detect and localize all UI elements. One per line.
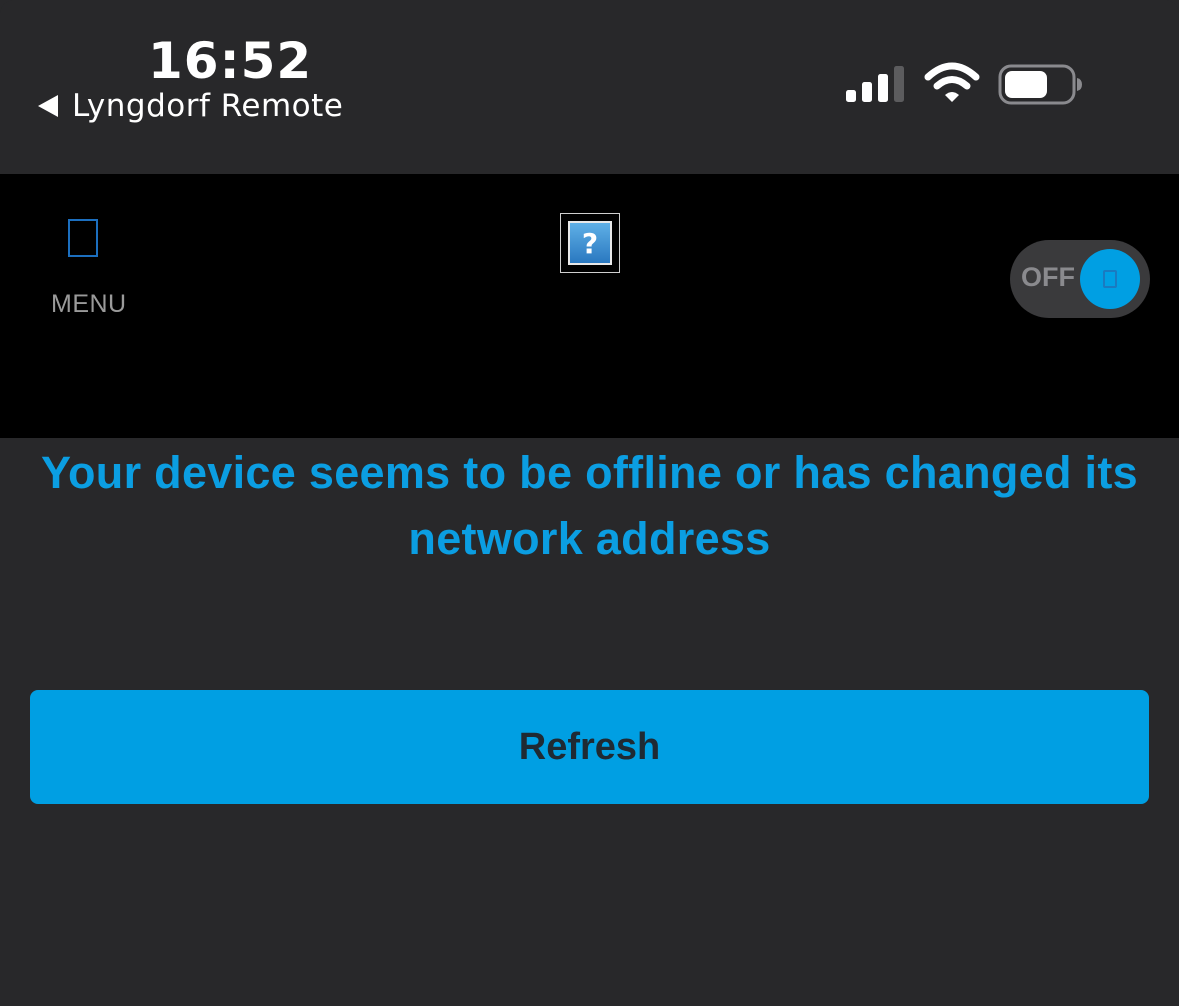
app-screen: 16:52 Lyngdorf Remote MENU ? OFF Your de…	[0, 0, 1179, 1006]
refresh-button[interactable]: Refresh	[30, 690, 1149, 804]
power-toggle-label[interactable]: OFF	[1021, 262, 1075, 293]
menu-icon[interactable]	[68, 219, 98, 257]
power-icon	[1103, 270, 1117, 288]
menu-label[interactable]: MENU	[51, 290, 127, 319]
menu-button[interactable]: MENU	[40, 214, 140, 324]
power-toggle[interactable]: OFF	[1010, 240, 1150, 318]
help-icon[interactable]: ?	[560, 213, 620, 273]
app-header: MENU ? OFF	[0, 174, 1179, 438]
offline-message: Your device seems to be offline or has c…	[41, 447, 1138, 564]
battery-icon	[998, 64, 1082, 105]
status-time: 16:52	[148, 32, 313, 90]
help-icon-glyph[interactable]: ?	[568, 221, 612, 265]
signal-icon	[846, 66, 904, 102]
back-arrow-icon[interactable]	[38, 95, 58, 117]
wifi-icon	[924, 62, 980, 102]
power-toggle-knob[interactable]	[1080, 249, 1140, 309]
status-bar: 16:52 Lyngdorf Remote	[0, 0, 1179, 174]
back-app-label[interactable]: Lyngdorf Remote	[72, 88, 343, 124]
back-to-app-link[interactable]: Lyngdorf Remote	[38, 88, 343, 124]
